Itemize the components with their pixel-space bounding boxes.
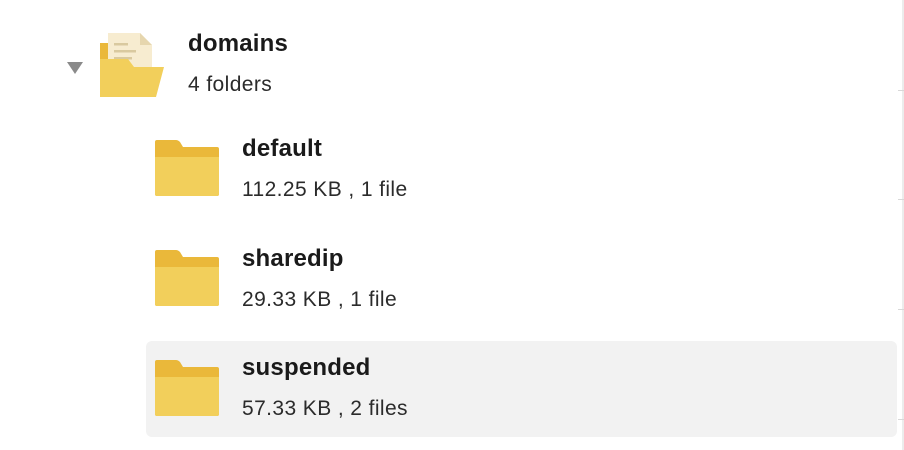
folder-icon	[154, 139, 220, 197]
folder-size-info: 112.25 KB , 1 file	[242, 178, 408, 201]
folder-size-info: 57.33 KB , 2 files	[242, 397, 408, 420]
divider-tick	[898, 90, 904, 91]
tree-item-suspended[interactable]: suspended 57.33 KB , 2 files	[146, 341, 897, 437]
folder-icon	[154, 359, 220, 417]
tree-item-default[interactable]: default 112.25 KB , 1 file	[146, 122, 897, 218]
folder-name: sharedip	[242, 245, 344, 272]
divider-tick	[898, 309, 904, 310]
folder-size-info: 29.33 KB , 1 file	[242, 288, 398, 311]
root-folder-count: 4 folders	[188, 73, 273, 96]
collapse-triangle-icon[interactable]	[66, 60, 84, 76]
folder-name: default	[242, 135, 323, 162]
folder-tree-panel: domains 4 folders default 112.25 KB , 1 …	[0, 0, 904, 450]
divider-tick	[898, 419, 904, 420]
open-folder-with-documents-icon	[98, 29, 166, 99]
folder-icon	[154, 249, 220, 307]
root-folder-name: domains	[188, 30, 289, 57]
divider-tick	[898, 199, 904, 200]
folder-name: suspended	[242, 354, 371, 381]
tree-item-sharedip[interactable]: sharedip 29.33 KB , 1 file	[146, 232, 897, 328]
